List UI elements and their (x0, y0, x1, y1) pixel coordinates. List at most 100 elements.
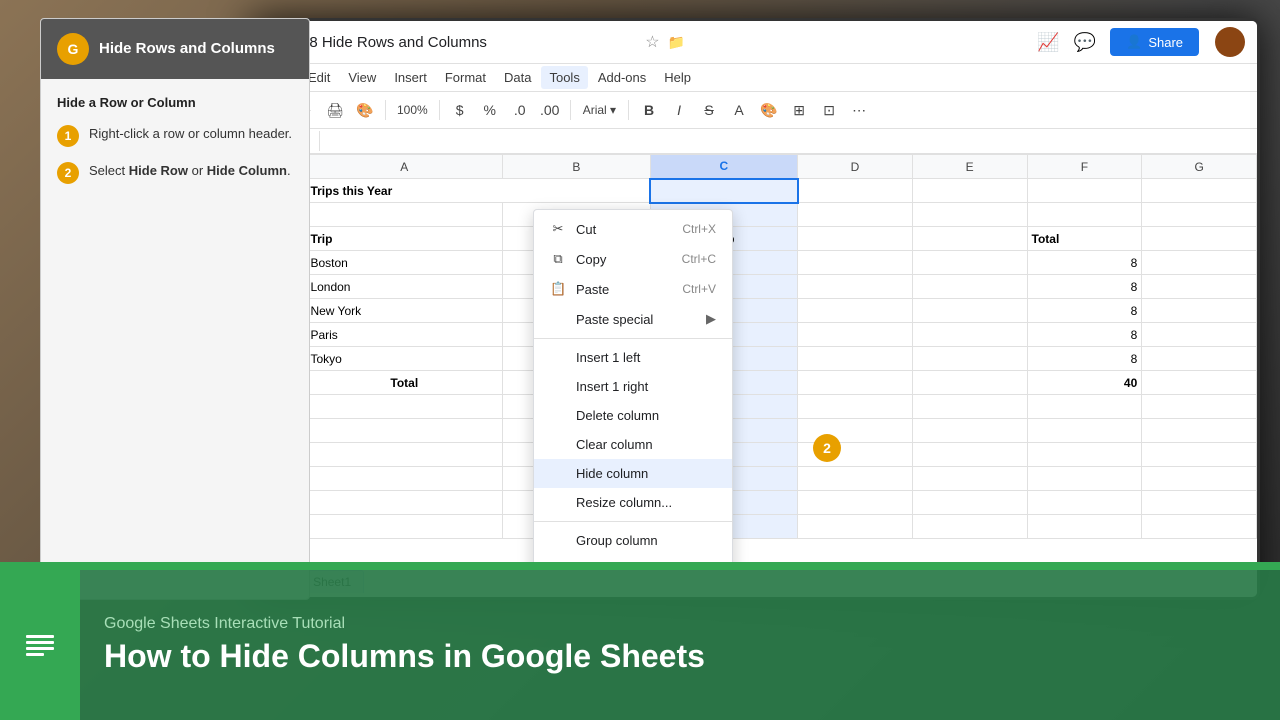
ctx-resize-col[interactable]: Resize column... (534, 488, 732, 517)
zoom-select[interactable]: 100% (392, 100, 433, 120)
cell-e6[interactable] (912, 299, 1027, 323)
more-button[interactable]: ⋯ (845, 96, 873, 124)
menu-view[interactable]: View (340, 66, 384, 89)
cell-a10[interactable] (306, 395, 503, 419)
cell-d5[interactable] (798, 275, 913, 299)
col-header-a[interactable]: A (306, 155, 503, 179)
cell-a6[interactable]: New York (306, 299, 503, 323)
chart-icon[interactable]: 📈 (1037, 32, 1059, 53)
paint-format-button[interactable]: 🎨 (351, 96, 379, 124)
borders-button[interactable]: ⊞ (785, 96, 813, 124)
cell-g2[interactable] (1142, 203, 1257, 227)
bold-button[interactable]: B (635, 96, 663, 124)
currency-button[interactable]: $ (446, 96, 474, 124)
cell-g3[interactable] (1142, 227, 1257, 251)
ctx-clear-col[interactable]: Clear column (534, 430, 732, 459)
share-button[interactable]: 👤 Share (1110, 28, 1199, 56)
cell-f8[interactable]: 8 (1027, 347, 1142, 371)
cell-c1[interactable] (650, 179, 798, 203)
menu-insert[interactable]: Insert (386, 66, 435, 89)
cell-d8[interactable] (798, 347, 913, 371)
cell-e8[interactable] (912, 347, 1027, 371)
cell-f3[interactable]: Total (1027, 227, 1142, 251)
cell-g9[interactable] (1142, 371, 1257, 395)
cell-g8[interactable] (1142, 347, 1257, 371)
col-header-e[interactable]: E (912, 155, 1027, 179)
col-header-f[interactable]: F (1027, 155, 1142, 179)
ctx-paste-special[interactable]: Paste special ▶ (534, 304, 732, 334)
cell-a9[interactable]: Total (306, 371, 503, 395)
decimal-down-button[interactable]: .0 (506, 96, 534, 124)
ctx-insert-right[interactable]: Insert 1 right (534, 372, 732, 401)
cell-g7[interactable] (1142, 323, 1257, 347)
ctx-insert-left[interactable]: Insert 1 left (534, 343, 732, 372)
cell-e9[interactable] (912, 371, 1027, 395)
cell-e4[interactable] (912, 251, 1027, 275)
star-icon[interactable]: ☆ (645, 32, 659, 52)
cell-g6[interactable] (1142, 299, 1257, 323)
cell-e1[interactable] (912, 179, 1027, 203)
cell-f9[interactable]: 40 (1027, 371, 1142, 395)
cell-d3[interactable] (798, 227, 913, 251)
font-select[interactable]: Arial ▾ (577, 96, 622, 124)
cell-g5[interactable] (1142, 275, 1257, 299)
ctx-delete-col[interactable]: Delete column (534, 401, 732, 430)
fill-color-button[interactable]: 🎨 (755, 96, 783, 124)
menu-tools[interactable]: Tools (541, 66, 587, 89)
cell-g10[interactable] (1142, 395, 1257, 419)
ctx-copy[interactable]: ⧉Copy Ctrl+C (534, 244, 732, 274)
italic-button[interactable]: I (665, 96, 693, 124)
cell-a1[interactable]: Trips this Year (306, 179, 650, 203)
text-color-button[interactable]: A (725, 96, 753, 124)
cell-d2[interactable] (798, 203, 913, 227)
grid-table: A B C D E F G 1 Trips this Year (253, 154, 1257, 539)
cell-e3[interactable] (912, 227, 1027, 251)
cell-d7[interactable] (798, 323, 913, 347)
ctx-cut[interactable]: ✂Cut Ctrl+X (534, 214, 732, 244)
strikethrough-button[interactable]: S (695, 96, 723, 124)
cell-a7[interactable]: Paris (306, 323, 503, 347)
cell-f5[interactable]: 8 (1027, 275, 1142, 299)
cell-d10[interactable] (798, 395, 913, 419)
cell-a4[interactable]: Boston (306, 251, 503, 275)
cell-g4[interactable] (1142, 251, 1257, 275)
menu-help[interactable]: Help (656, 66, 699, 89)
ctx-group-col[interactable]: Group column (534, 526, 732, 555)
cell-d1[interactable] (798, 179, 913, 203)
cell-a3[interactable]: Trip (306, 227, 503, 251)
decimal-up-button[interactable]: .00 (536, 96, 564, 124)
cell-f10[interactable] (1027, 395, 1142, 419)
print-button[interactable]: 🖨 (321, 96, 349, 124)
ctx-paste[interactable]: 📋Paste Ctrl+V (534, 274, 732, 304)
cell-a2[interactable] (306, 203, 503, 227)
cell-g1[interactable] (1142, 179, 1257, 203)
cell-a5[interactable]: London (306, 275, 503, 299)
comment-icon[interactable]: 💬 (1074, 32, 1096, 53)
col-header-g[interactable]: G (1142, 155, 1257, 179)
cell-f1[interactable] (1027, 179, 1142, 203)
menu-addons[interactable]: Add-ons (590, 66, 654, 89)
cell-d9[interactable] (798, 371, 913, 395)
menu-data[interactable]: Data (496, 66, 539, 89)
cell-d4[interactable] (798, 251, 913, 275)
cell-a11[interactable] (306, 419, 503, 443)
cell-f2[interactable] (1027, 203, 1142, 227)
cell-d6[interactable] (798, 299, 913, 323)
cell-e2[interactable] (912, 203, 1027, 227)
cell-e10[interactable] (912, 395, 1027, 419)
percent-button[interactable]: % (476, 96, 504, 124)
ctx-hide-col[interactable]: Hide column (534, 459, 732, 488)
col-header-d[interactable]: D (798, 155, 913, 179)
folder-icon[interactable]: 📁 (668, 34, 685, 51)
cell-f4[interactable]: 8 (1027, 251, 1142, 275)
cell-a8[interactable]: Tokyo (306, 347, 503, 371)
cell-e7[interactable] (912, 323, 1027, 347)
col-header-b[interactable]: B (503, 155, 651, 179)
menu-format[interactable]: Format (437, 66, 494, 89)
cell-f6[interactable]: 8 (1027, 299, 1142, 323)
cell-f7[interactable]: 8 (1027, 323, 1142, 347)
merge-button[interactable]: ⊡ (815, 96, 843, 124)
cell-e5[interactable] (912, 275, 1027, 299)
col-header-c[interactable]: C (650, 155, 798, 179)
copy-icon: ⧉ (550, 251, 566, 267)
